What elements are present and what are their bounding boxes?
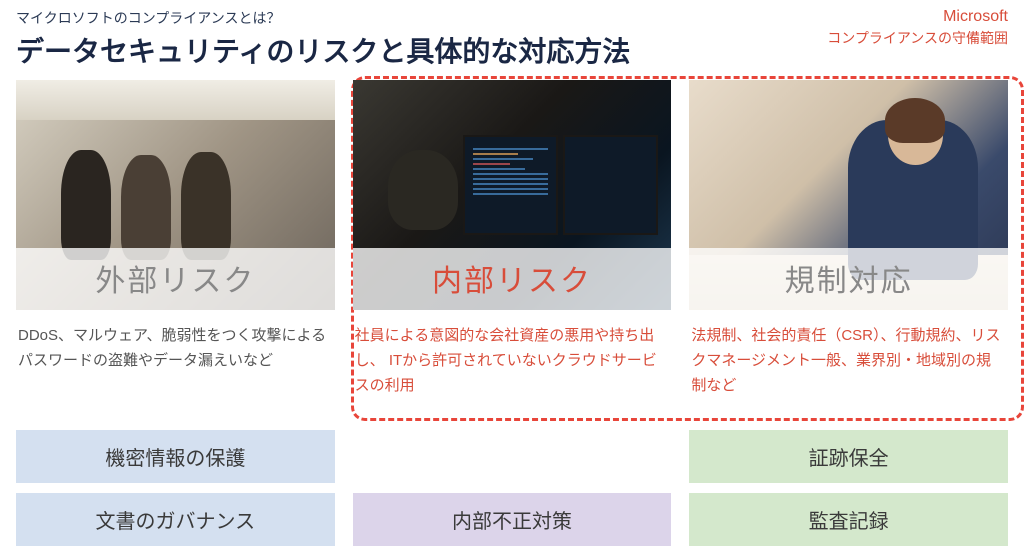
card-image-coder: 内部リスク	[353, 80, 672, 310]
card-image-writing: 規制対応	[689, 80, 1008, 310]
slide-header: マイクロソフトのコンプライアンスとは？ データセキュリティのリスクと具体的な対応…	[16, 8, 1008, 70]
pill-evidence: 証跡保全	[689, 430, 1008, 483]
card-label: 規制対応	[689, 248, 1008, 310]
card-image-office: 外部リスク	[16, 80, 335, 310]
card-compliance: 規制対応 法規制、社会的責任（CSR）、行動規約、リスクマネージメント一般、業界…	[689, 80, 1008, 398]
logo-subtitle: コンプライアンスの守備範囲	[827, 28, 1008, 48]
bottom-row: 機密情報の保護 文書のガバナンス 内部不正対策 証跡保全 監査記録	[16, 430, 1008, 546]
pill-insider: 内部不正対策	[353, 493, 672, 546]
pill-governance: 文書のガバナンス	[16, 493, 335, 546]
card-description: 社員による意図的な会社資産の悪用や持ち出し、 ITから許可されていないクラウドサ…	[353, 324, 672, 398]
logo-text: Microsoft	[827, 8, 1008, 26]
logo-block: Microsoft コンプライアンスの守備範囲	[827, 8, 1008, 48]
cards-row: 外部リスク DDoS、マルウェア、脆弱性をつく攻撃によるパスワードの盗難やデータ…	[16, 80, 1008, 398]
bottom-col-3: 証跡保全 監査記録	[689, 430, 1008, 546]
pill-audit: 監査記録	[689, 493, 1008, 546]
card-description: 法規制、社会的責任（CSR）、行動規約、リスクマネージメント一般、業界別・地域別…	[689, 324, 1008, 398]
card-label: 外部リスク	[16, 248, 335, 310]
bottom-col-1: 機密情報の保護 文書のガバナンス	[16, 430, 335, 546]
card-description: DDoS、マルウェア、脆弱性をつく攻撃によるパスワードの盗難やデータ漏えいなど	[16, 324, 335, 374]
card-label: 内部リスク	[353, 248, 672, 310]
card-internal-risk: 内部リスク 社員による意図的な会社資産の悪用や持ち出し、 ITから許可されていな…	[353, 80, 672, 398]
card-external-risk: 外部リスク DDoS、マルウェア、脆弱性をつく攻撃によるパスワードの盗難やデータ…	[16, 80, 335, 398]
bottom-col-2: 内部不正対策	[353, 430, 672, 546]
pill-confidential: 機密情報の保護	[16, 430, 335, 483]
